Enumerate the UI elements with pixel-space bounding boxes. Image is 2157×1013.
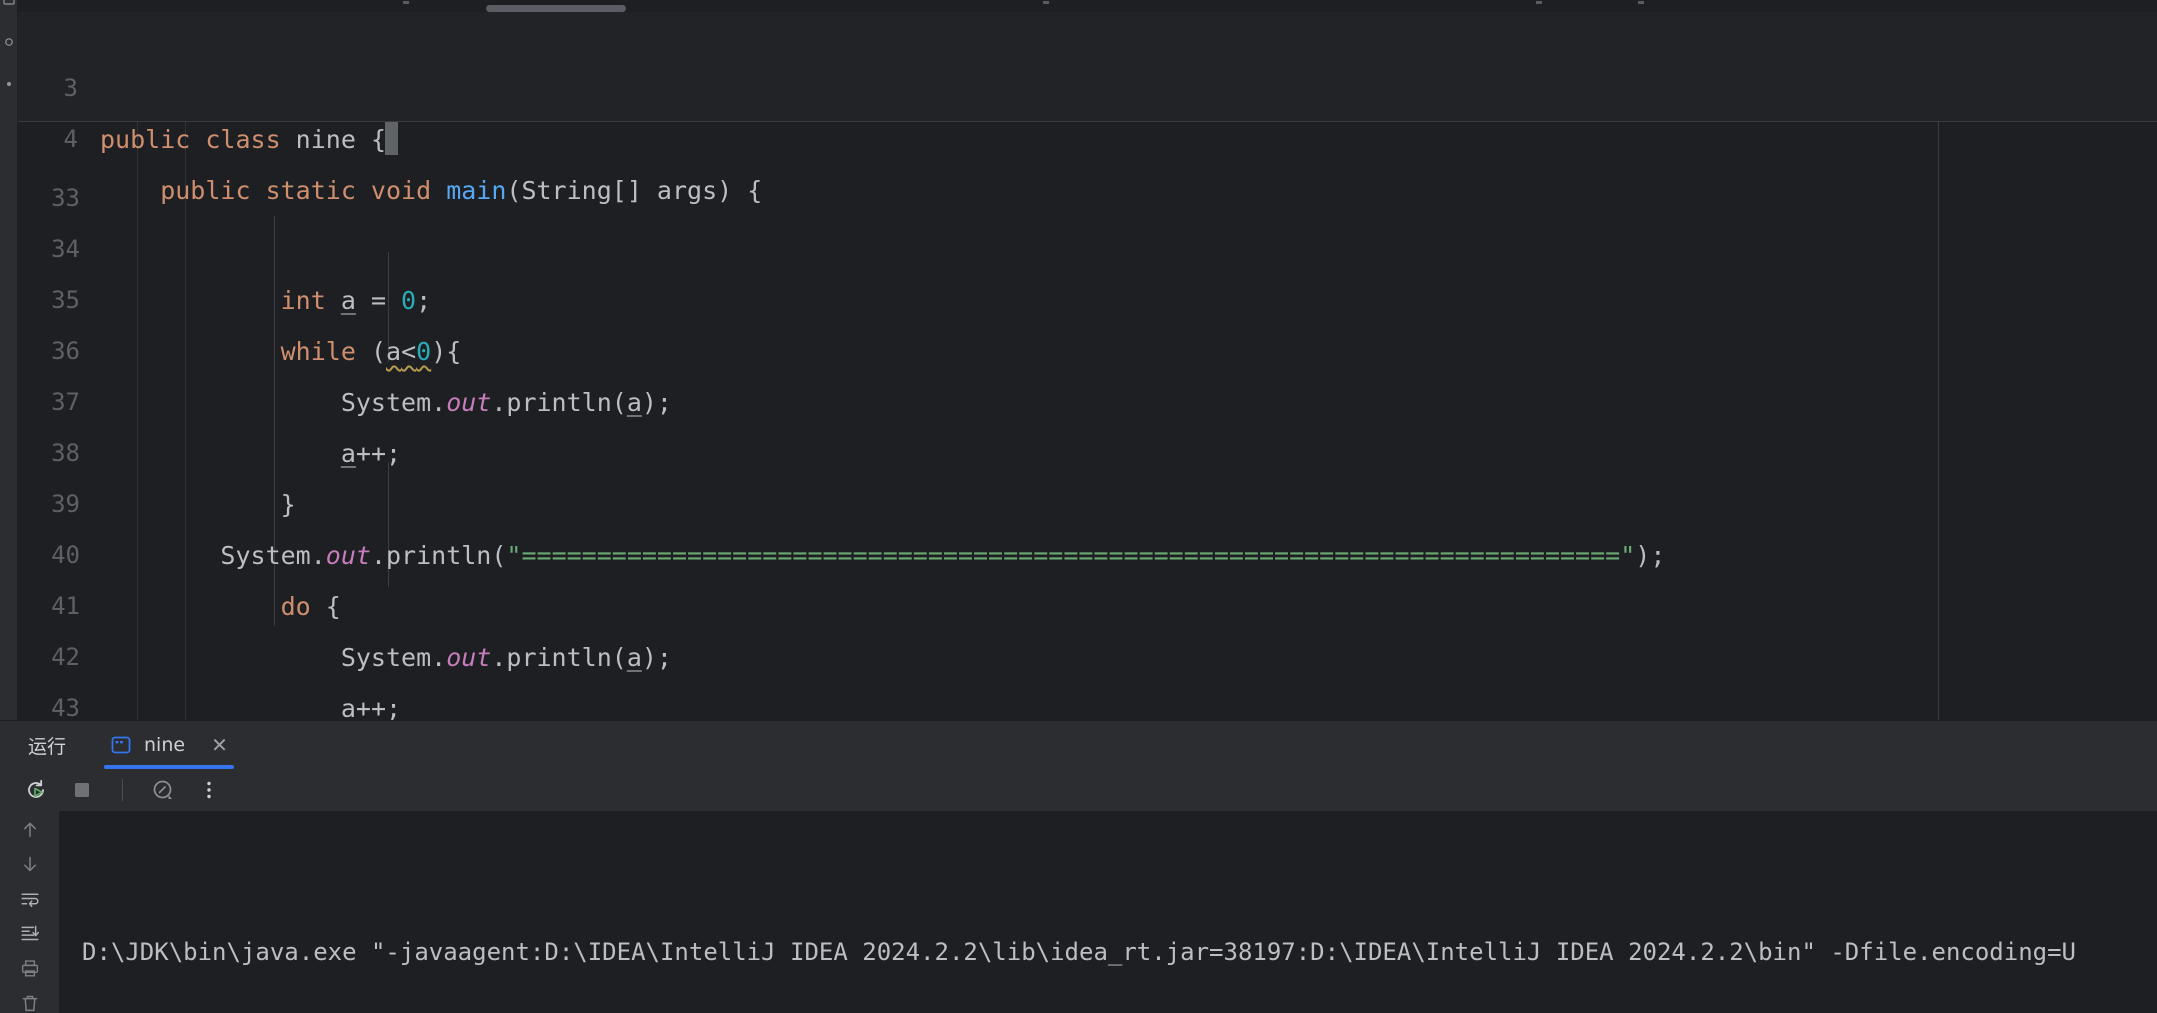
run-tab-label: nine bbox=[144, 734, 186, 756]
close-icon[interactable]: ✕ bbox=[211, 733, 228, 757]
sticky-code-text: public static void main(String[] args) { bbox=[100, 176, 763, 205]
soft-wrap-icon[interactable] bbox=[17, 889, 43, 910]
scroll-tick bbox=[403, 1, 409, 4]
editor-horizontal-scrollbar[interactable] bbox=[18, 0, 2157, 12]
run-toolbar bbox=[0, 769, 2157, 811]
code-line[interactable]: 42 a++; bbox=[18, 581, 2157, 720]
code-line[interactable]: 40 do { bbox=[18, 479, 2157, 621]
commit-icon[interactable] bbox=[3, 36, 15, 48]
printer-icon[interactable] bbox=[17, 958, 43, 979]
text-caret bbox=[385, 122, 398, 155]
console-line: D:\JDK\bin\java.exe "-javaagent:D:\IDEA\… bbox=[82, 938, 2076, 966]
scroll-to-end-icon[interactable] bbox=[17, 923, 43, 944]
code-line[interactable]: 44 bbox=[18, 683, 2157, 720]
console-area: D:\JDK\bin\java.exe "-javaagent:D:\IDEA\… bbox=[0, 811, 2157, 1013]
bookmarks-icon[interactable] bbox=[3, 78, 15, 90]
idea-window: 3 public class nine { 4 public static vo… bbox=[0, 0, 2157, 1013]
scroll-tick bbox=[1638, 1, 1644, 4]
code-line[interactable]: 36 System.out.println(a); bbox=[18, 275, 2157, 417]
sticky-line-3: 3 public class nine { bbox=[18, 12, 2157, 155]
console-side-toolbar bbox=[0, 811, 60, 1013]
arrow-up-icon[interactable] bbox=[17, 819, 43, 840]
active-tab-indicator bbox=[104, 765, 234, 769]
code-line[interactable]: 37 a++; bbox=[18, 326, 2157, 468]
left-tool-window-bar[interactable] bbox=[0, 0, 18, 740]
scroll-tick bbox=[1043, 1, 1049, 4]
sticky-code-text: public class nine { bbox=[100, 114, 398, 165]
code-line[interactable]: 41 System.out.println(a); bbox=[18, 530, 2157, 672]
scrollbar-thumb[interactable] bbox=[486, 5, 626, 12]
gauge-icon[interactable] bbox=[151, 778, 175, 802]
run-tab-nine[interactable]: nine ✕ bbox=[104, 721, 234, 769]
console-output[interactable]: D:\JDK\bin\java.exe "-javaagent:D:\IDEA\… bbox=[60, 811, 2157, 1013]
java-class-icon bbox=[111, 736, 131, 754]
run-tab-bar: 运行 nine ✕ bbox=[0, 721, 2157, 769]
code-line[interactable]: 43 }while (a<0); bbox=[18, 632, 2157, 720]
toolbar-separator bbox=[122, 779, 123, 801]
sticky-line-4: 4 public static void main(String[] args)… bbox=[18, 63, 2157, 205]
code-line[interactable]: 35 while (a<0){ bbox=[18, 224, 2157, 366]
trash-icon[interactable] bbox=[17, 993, 43, 1013]
vertical-ellipsis-icon[interactable] bbox=[197, 778, 221, 802]
code-line[interactable]: 39 System.out.println("=================… bbox=[18, 428, 2157, 570]
run-tool-window: 运行 nine ✕ D:\JDK\bin\java.exe "-javaagen… bbox=[0, 720, 2157, 1013]
run-tool-window-title: 运行 bbox=[28, 735, 67, 758]
code-line[interactable]: 38 } bbox=[18, 377, 2157, 519]
stop-icon[interactable] bbox=[70, 778, 94, 802]
project-icon[interactable] bbox=[3, 0, 15, 6]
scroll-tick bbox=[1536, 1, 1542, 4]
line-number: 4 bbox=[63, 125, 78, 153]
arrow-down-icon[interactable] bbox=[17, 854, 43, 875]
editor-sticky-header: 3 public class nine { 4 public static vo… bbox=[18, 12, 2157, 205]
rerun-icon[interactable] bbox=[24, 778, 48, 802]
